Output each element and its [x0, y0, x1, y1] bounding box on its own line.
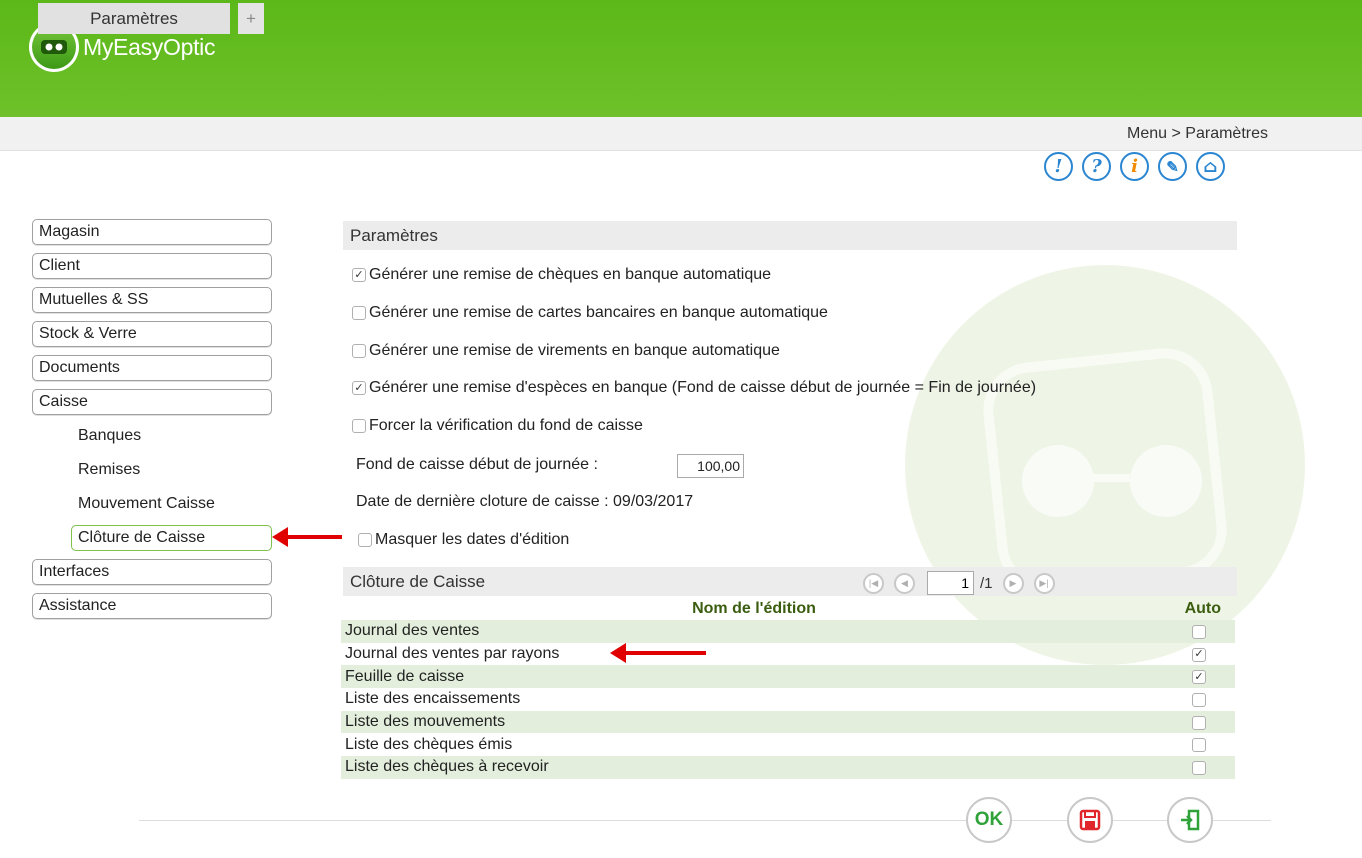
- option-label: Générer une remise de virements en banqu…: [369, 342, 780, 359]
- sidebar-item-client[interactable]: Client: [32, 253, 272, 279]
- page-total: /1: [980, 574, 993, 592]
- column-header-auto[interactable]: Auto: [1185, 600, 1221, 618]
- option-label: Masquer les dates d'édition: [375, 531, 570, 548]
- exit-icon: [1181, 809, 1200, 831]
- table-row[interactable]: Journal des ventes par rayons ✓: [341, 643, 1235, 666]
- sidebar-subitem-mouvement-caisse[interactable]: Mouvement Caisse: [32, 491, 272, 517]
- breadcrumb: Menu > Paramètres: [1127, 125, 1268, 142]
- watermark-lens-left: [1022, 445, 1094, 517]
- watermark-lens-right: [1130, 445, 1202, 517]
- sidebar-item-assistance[interactable]: Assistance: [32, 593, 272, 619]
- help-icon[interactable]: ?: [1082, 152, 1111, 181]
- option-masquer-dates[interactable]: Masquer les dates d'édition: [358, 531, 569, 549]
- option-remise-cheques[interactable]: ✓ Générer une remise de chèques en banqu…: [352, 266, 771, 284]
- table-row[interactable]: Liste des chèques à recevoir: [341, 756, 1235, 779]
- glasses-icon: [41, 40, 67, 54]
- auto-checkbox[interactable]: [1192, 693, 1206, 708]
- checkbox-remise-cartes[interactable]: [352, 306, 366, 320]
- save-button[interactable]: [1067, 797, 1113, 843]
- checkbox-remise-virements[interactable]: [352, 344, 366, 358]
- save-icon: [1079, 809, 1101, 831]
- sidebar-item-magasin[interactable]: Magasin: [32, 219, 272, 245]
- last-closure-date: Date de dernière cloture de caisse : 09/…: [356, 493, 694, 510]
- checkbox-verification-fond[interactable]: [352, 419, 366, 433]
- prev-page-icon[interactable]: ◀: [894, 572, 915, 594]
- editions-table: Nom de l'édition Auto Journal des ventes…: [341, 598, 1235, 779]
- option-remise-cartes[interactable]: Générer une remise de cartes bancaires e…: [352, 304, 828, 322]
- alert-icon[interactable]: !: [1044, 152, 1073, 181]
- fond-caisse-input[interactable]: [677, 454, 744, 478]
- add-tab-button[interactable]: +: [238, 3, 264, 34]
- ok-button[interactable]: OK: [966, 797, 1012, 843]
- column-header-name[interactable]: Nom de l'édition: [341, 600, 1167, 618]
- table-row[interactable]: Liste des chèques émis: [341, 733, 1235, 756]
- edition-name: Feuille de caisse: [345, 667, 465, 685]
- table-row[interactable]: Liste des mouvements: [341, 710, 1235, 734]
- option-label: Générer une remise de chèques en banque …: [369, 266, 772, 283]
- sidebar-item-caisse[interactable]: Caisse: [32, 389, 272, 415]
- fond-caisse-label: Fond de caisse début de journée :: [356, 456, 598, 473]
- pager: |◀ ◀ /1 ▶ ▶|: [863, 571, 1065, 595]
- auto-checkbox[interactable]: [1192, 625, 1206, 639]
- option-label: Générer une remise de cartes bancaires e…: [369, 304, 828, 321]
- sidebar-item-interfaces[interactable]: Interfaces: [32, 559, 272, 585]
- tools-icon[interactable]: ✎: [1158, 152, 1187, 181]
- auto-checkbox[interactable]: ✓: [1192, 670, 1206, 685]
- auto-checkbox[interactable]: [1192, 715, 1206, 730]
- edition-name: Liste des encaissements: [345, 690, 521, 708]
- table-row[interactable]: Journal des ventes: [341, 620, 1235, 643]
- exit-button[interactable]: [1167, 797, 1213, 843]
- app-name: MyEasyOptic: [83, 33, 216, 60]
- option-label: Forcer la vérification du fond de caisse: [369, 417, 643, 434]
- option-remise-virements[interactable]: Générer une remise de virements en banqu…: [352, 342, 780, 360]
- edition-name: Liste des chèques émis: [345, 735, 513, 753]
- sidebar-subitem-banques[interactable]: Banques: [32, 423, 272, 449]
- watermark-bridge: [1090, 474, 1130, 482]
- sidebar: Magasin Client Mutuelles & SS Stock & Ve…: [32, 219, 272, 627]
- sidebar-item-documents[interactable]: Documents: [32, 355, 272, 381]
- annotation-arrow-table: [610, 643, 706, 663]
- sidebar-item-stock-verre[interactable]: Stock & Verre: [32, 321, 272, 347]
- edition-name: Journal des ventes par rayons: [345, 645, 560, 663]
- sidebar-item-mutuelles[interactable]: Mutuelles & SS: [32, 287, 272, 313]
- table-row[interactable]: Feuille de caisse ✓: [341, 665, 1235, 689]
- edition-name: Liste des mouvements: [345, 713, 506, 731]
- option-verification-fond[interactable]: Forcer la vérification du fond de caisse: [352, 417, 643, 435]
- params-section-header: Paramètres: [343, 221, 1237, 250]
- checkbox-masquer-dates[interactable]: [358, 533, 372, 547]
- page-number-input[interactable]: [927, 571, 974, 595]
- table-header: Nom de l'édition Auto: [341, 598, 1235, 620]
- edition-name: Liste des chèques à recevoir: [345, 758, 549, 776]
- checkbox-remise-cheques[interactable]: ✓: [352, 268, 366, 282]
- cloture-section-header: Clôture de Caisse: [343, 567, 1237, 596]
- tab-parametres[interactable]: Paramètres: [38, 3, 230, 34]
- auto-checkbox[interactable]: [1192, 738, 1206, 753]
- checkbox-remise-especes[interactable]: ✓: [352, 381, 366, 395]
- sidebar-subitem-cloture-caisse[interactable]: Clôture de Caisse: [71, 525, 272, 551]
- next-page-icon[interactable]: ▶: [1002, 572, 1024, 594]
- toolbar-icons: ! ? i ✎ ⌂: [1044, 152, 1225, 181]
- table-row[interactable]: Liste des encaissements: [341, 688, 1235, 711]
- info-icon[interactable]: i: [1120, 152, 1149, 181]
- last-page-icon[interactable]: ▶|: [1033, 572, 1055, 594]
- option-label: Générer une remise d'espèces en banque (…: [369, 379, 1037, 396]
- auto-checkbox[interactable]: [1192, 761, 1206, 776]
- home-icon[interactable]: ⌂: [1196, 152, 1225, 181]
- first-page-icon[interactable]: |◀: [863, 572, 884, 594]
- auto-checkbox[interactable]: ✓: [1192, 647, 1206, 662]
- option-remise-especes[interactable]: ✓ Générer une remise d'espèces en banque…: [352, 379, 1036, 397]
- annotation-arrow-sidebar: [272, 527, 342, 547]
- sidebar-subitem-remises[interactable]: Remises: [32, 457, 272, 483]
- edition-name: Journal des ventes: [345, 622, 480, 640]
